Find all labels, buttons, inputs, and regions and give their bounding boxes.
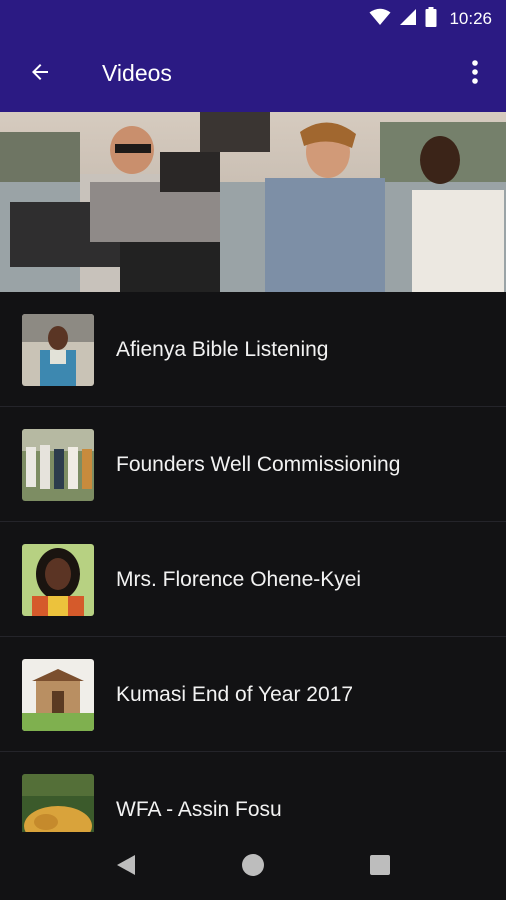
wifi-icon [369, 8, 391, 31]
nav-back-icon [115, 853, 137, 882]
crowd-outdoor-thumb [22, 429, 94, 501]
battery-icon [425, 6, 437, 32]
list-item[interactable]: Kumasi End of Year 2017 [0, 637, 506, 752]
arrow-left-icon [28, 60, 52, 89]
more-vert-icon [471, 59, 479, 90]
app-bar: Videos [0, 38, 506, 112]
page-title: Videos [102, 60, 172, 86]
nav-home-icon [241, 853, 265, 882]
building-thumb [22, 659, 94, 731]
overflow-menu-button[interactable] [458, 52, 492, 96]
nav-back-button[interactable] [111, 852, 141, 882]
list-item[interactable]: Founders Well Commissioning [0, 407, 506, 522]
list-item[interactable]: Mrs. Florence Ohene-Kyei [0, 522, 506, 637]
navigation-bar [0, 832, 506, 900]
video-list: Afienya Bible Listening Founders Well Co… [0, 292, 506, 832]
hero-image [0, 112, 506, 292]
portrait-woman-thumb [22, 544, 94, 616]
status-icons: 10:26 [369, 6, 492, 32]
video-title: Kumasi End of Year 2017 [116, 682, 354, 706]
cell-signal-icon [399, 8, 417, 31]
video-title: Mrs. Florence Ohene-Kyei [116, 567, 362, 591]
crops-harvest-thumb [22, 774, 94, 832]
nav-recents-icon [369, 854, 391, 881]
list-item[interactable]: Afienya Bible Listening [0, 292, 506, 407]
back-button[interactable] [20, 52, 60, 96]
video-title: Afienya Bible Listening [116, 337, 329, 361]
nav-home-button[interactable] [238, 852, 268, 882]
status-bar: 10:26 [0, 0, 506, 38]
nav-recents-button[interactable] [365, 852, 395, 882]
list-item[interactable]: WFA - Assin Fosu [0, 752, 506, 832]
video-title: Founders Well Commissioning [116, 452, 401, 476]
status-time: 10:26 [449, 9, 492, 28]
video-title: WFA - Assin Fosu [116, 797, 282, 821]
woman-speaking-thumb [22, 314, 94, 386]
